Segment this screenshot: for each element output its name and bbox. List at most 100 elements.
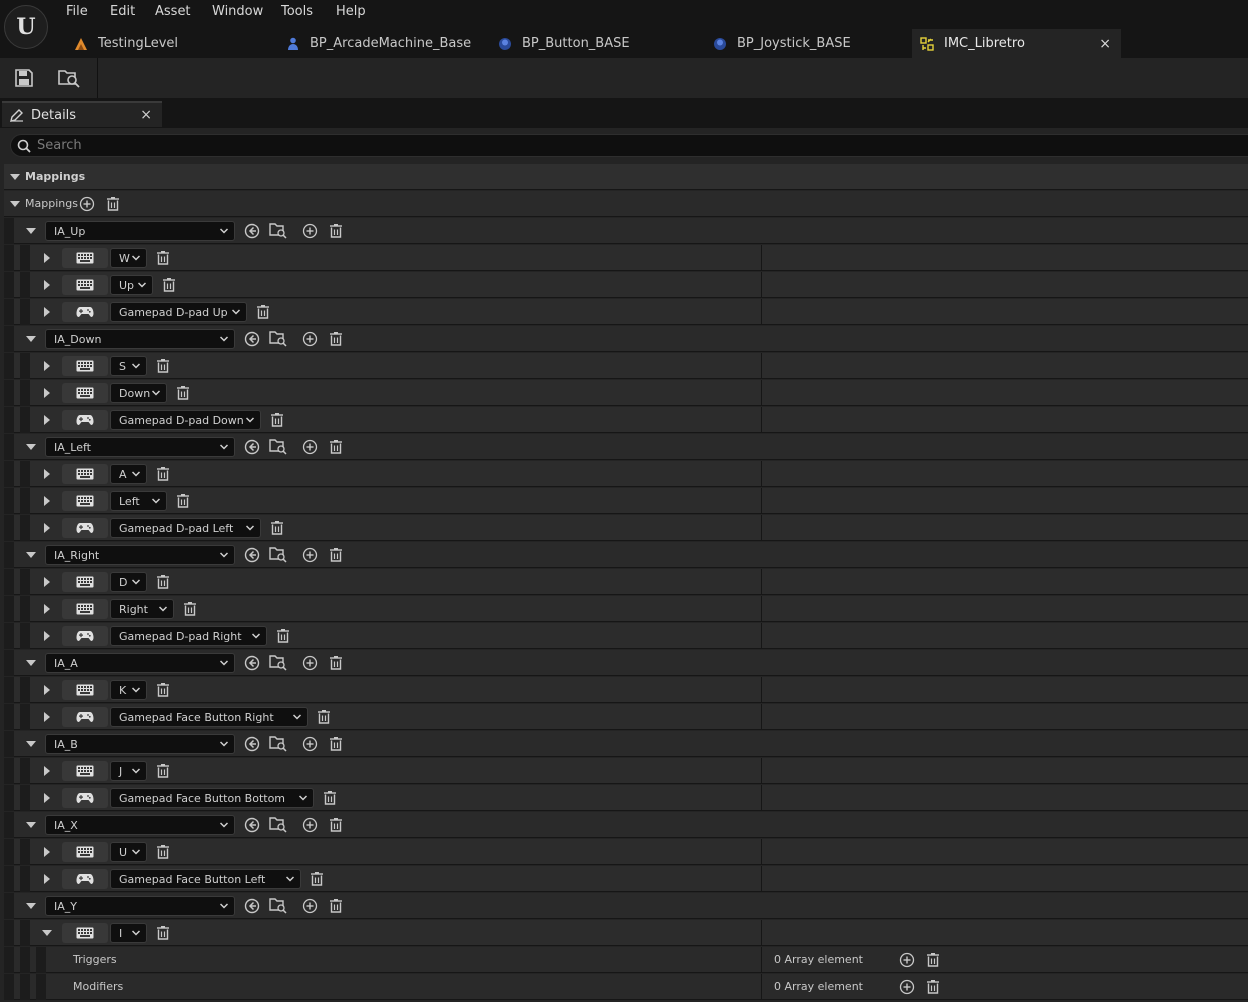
use-selected-asset-icon[interactable] — [244, 439, 260, 455]
remove-key-mapping-icon[interactable] — [269, 520, 285, 536]
input-action-combo[interactable]: IA_B — [45, 734, 235, 754]
keyboard-key-selector[interactable] — [62, 275, 108, 295]
column-splitter[interactable] — [761, 623, 762, 649]
collapse-arrow-icon[interactable] — [42, 930, 52, 936]
remove-key-mapping-icon[interactable] — [182, 601, 198, 617]
input-action-combo[interactable]: IA_Right — [45, 545, 235, 565]
tab-testinglevel[interactable]: TestingLevel — [64, 29, 264, 58]
key-combo[interactable]: U — [110, 842, 147, 862]
remove-action-icon[interactable] — [328, 736, 344, 752]
expand-arrow-icon[interactable] — [44, 361, 50, 371]
key-combo[interactable]: Down — [110, 383, 167, 403]
column-splitter[interactable] — [761, 920, 762, 946]
tab-bp_joystick_base[interactable]: BP_Joystick_BASE — [703, 29, 908, 58]
add-element-icon[interactable] — [899, 952, 915, 968]
collapse-arrow-icon[interactable] — [26, 741, 36, 747]
remove-all-icon[interactable] — [925, 979, 941, 995]
expand-arrow-icon[interactable] — [44, 793, 50, 803]
column-splitter[interactable] — [761, 515, 762, 541]
add-element-icon[interactable] — [79, 196, 95, 212]
browse-asset-icon[interactable] — [269, 439, 287, 455]
input-action-combo[interactable]: IA_Left — [45, 437, 235, 457]
collapse-arrow-icon[interactable] — [26, 552, 36, 558]
remove-key-mapping-icon[interactable] — [155, 250, 171, 266]
close-icon[interactable]: × — [140, 107, 152, 123]
expand-arrow-icon[interactable] — [44, 415, 50, 425]
key-combo[interactable]: S — [110, 356, 147, 376]
add-element-icon[interactable] — [899, 979, 915, 995]
key-combo[interactable]: Gamepad D-pad Down — [110, 410, 261, 430]
keyboard-key-selector[interactable] — [62, 491, 108, 511]
add-key-mapping-icon[interactable] — [302, 655, 318, 671]
add-key-mapping-icon[interactable] — [302, 898, 318, 914]
remove-key-mapping-icon[interactable] — [155, 925, 171, 941]
remove-key-mapping-icon[interactable] — [161, 277, 177, 293]
key-combo[interactable]: J — [110, 761, 147, 781]
remove-key-mapping-icon[interactable] — [275, 628, 291, 644]
browse-asset-icon[interactable] — [269, 898, 287, 914]
expand-arrow-icon[interactable] — [44, 712, 50, 722]
keyboard-key-selector[interactable] — [62, 572, 108, 592]
column-splitter[interactable] — [761, 947, 762, 973]
category-collapse-icon[interactable] — [10, 174, 20, 180]
add-key-mapping-icon[interactable] — [302, 331, 318, 347]
menu-edit[interactable]: Edit — [110, 4, 135, 19]
expand-arrow-icon[interactable] — [44, 766, 50, 776]
use-selected-asset-icon[interactable] — [244, 547, 260, 563]
remove-all-icon[interactable] — [105, 196, 121, 212]
menu-window[interactable]: Window — [212, 4, 263, 19]
remove-key-mapping-icon[interactable] — [175, 493, 191, 509]
remove-key-mapping-icon[interactable] — [155, 682, 171, 698]
save-icon[interactable] — [14, 68, 34, 88]
gamepad-key-selector[interactable] — [62, 869, 108, 889]
collapse-arrow-icon[interactable] — [26, 903, 36, 909]
column-splitter[interactable] — [761, 245, 762, 271]
column-splitter[interactable] — [761, 380, 762, 406]
keyboard-key-selector[interactable] — [62, 599, 108, 619]
use-selected-asset-icon[interactable] — [244, 655, 260, 671]
remove-all-icon[interactable] — [925, 952, 941, 968]
gamepad-key-selector[interactable] — [62, 410, 108, 430]
input-action-combo[interactable]: IA_Y — [45, 896, 235, 916]
use-selected-asset-icon[interactable] — [244, 898, 260, 914]
key-combo[interactable]: Up — [110, 275, 153, 295]
remove-action-icon[interactable] — [328, 898, 344, 914]
column-splitter[interactable] — [761, 839, 762, 865]
add-key-mapping-icon[interactable] — [302, 223, 318, 239]
expand-arrow-icon[interactable] — [44, 874, 50, 884]
column-splitter[interactable] — [761, 461, 762, 487]
gamepad-key-selector[interactable] — [62, 707, 108, 727]
key-combo[interactable]: A — [110, 464, 147, 484]
browse-asset-icon[interactable] — [269, 547, 287, 563]
keyboard-key-selector[interactable] — [62, 761, 108, 781]
gamepad-key-selector[interactable] — [62, 626, 108, 646]
browse-to-asset-icon[interactable] — [58, 68, 80, 88]
keyboard-key-selector[interactable] — [62, 923, 108, 943]
key-combo[interactable]: Gamepad D-pad Right — [110, 626, 267, 646]
key-combo[interactable]: Gamepad Face Button Right — [110, 707, 308, 727]
expand-arrow-icon[interactable] — [44, 307, 50, 317]
column-splitter[interactable] — [761, 272, 762, 298]
remove-key-mapping-icon[interactable] — [155, 358, 171, 374]
column-splitter[interactable] — [761, 488, 762, 514]
column-splitter[interactable] — [761, 758, 762, 784]
tab-imc_libretro[interactable]: IMC_Libretro × — [912, 29, 1121, 58]
collapse-arrow-icon[interactable] — [26, 444, 36, 450]
expand-arrow-icon[interactable] — [44, 685, 50, 695]
keyboard-key-selector[interactable] — [62, 680, 108, 700]
column-splitter[interactable] — [761, 353, 762, 379]
menu-tools[interactable]: Tools — [281, 4, 313, 19]
menu-file[interactable]: File — [66, 4, 88, 19]
key-combo[interactable]: W — [110, 248, 147, 268]
remove-action-icon[interactable] — [328, 547, 344, 563]
collapse-arrow-icon[interactable] — [26, 336, 36, 342]
column-splitter[interactable] — [761, 569, 762, 595]
menu-help[interactable]: Help — [336, 4, 366, 19]
collapse-arrow-icon[interactable] — [26, 822, 36, 828]
gamepad-key-selector[interactable] — [62, 302, 108, 322]
remove-key-mapping-icon[interactable] — [155, 763, 171, 779]
collapse-arrow-icon[interactable] — [26, 228, 36, 234]
expand-arrow-icon[interactable] — [44, 577, 50, 587]
column-splitter[interactable] — [761, 299, 762, 325]
collapse-arrow-icon[interactable] — [10, 201, 20, 207]
